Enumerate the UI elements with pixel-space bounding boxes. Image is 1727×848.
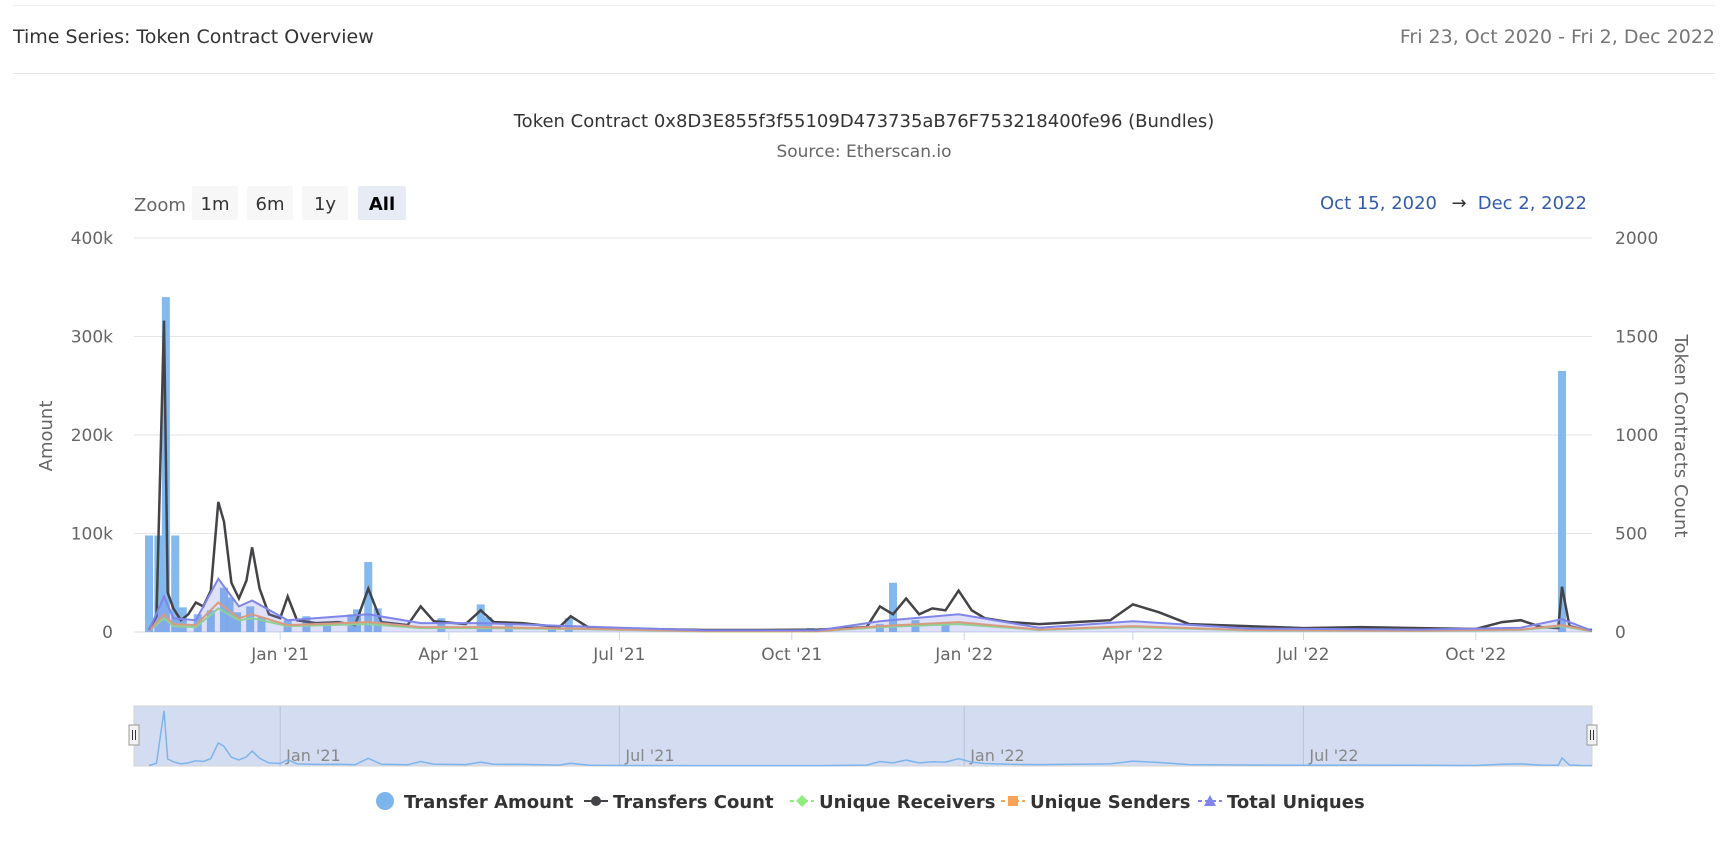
y-right-tick-label: 500	[1615, 525, 1647, 545]
zoom-label: Zoom	[134, 195, 186, 216]
y-axis-left: 0 100k 200k 300k 400k	[71, 229, 113, 643]
x-tick-label: Jan '21	[250, 645, 309, 665]
navigator-tick-label: Jul '22	[1308, 746, 1358, 765]
legend-item-transfers-count[interactable]: Transfers Count	[584, 792, 774, 813]
y-left-tick-label: 400k	[71, 229, 113, 249]
navigator-handle-left[interactable]	[128, 724, 140, 746]
x-tick-label: Apr '21	[418, 645, 479, 665]
y-left-tick-label: 300k	[71, 328, 113, 348]
y-axis-left-title: Amount	[36, 401, 57, 472]
navigator-handle-right[interactable]	[1586, 724, 1598, 746]
range-from-input[interactable]: Oct 15, 2020	[1320, 193, 1437, 214]
legend: Transfer Amount Transfers Count Unique Rec…	[376, 792, 1365, 813]
x-tick-label: Jul '22	[1276, 645, 1329, 665]
zoom-button-6m[interactable]: 6m	[247, 186, 293, 220]
zoom-button-6m-label: 6m	[256, 194, 285, 215]
navigator[interactable]: Jan '21 Jul '21 Jan '22 Jul '22	[128, 705, 1598, 767]
legend-item-transfer-amount[interactable]: Transfer Amount	[376, 792, 574, 813]
legend-label: Unique Receivers	[819, 792, 995, 813]
legend-item-unique-receivers[interactable]: Unique Receivers	[790, 792, 995, 813]
zoom-button-1m[interactable]: 1m	[192, 186, 238, 220]
x-tick-label: Jul '21	[592, 645, 645, 665]
y-left-tick-label: 200k	[71, 426, 113, 446]
range-arrow: →	[1451, 193, 1466, 214]
legend-marker	[796, 795, 808, 807]
chart-subtitle: Source: Etherscan.io	[776, 142, 951, 162]
zoom-button-1y[interactable]: 1y	[302, 186, 348, 220]
legend-label: Unique Senders	[1030, 792, 1190, 813]
legend-symbol	[376, 792, 394, 810]
chart-title: Token Contract 0x8D3E855f3f55109D473735a…	[513, 111, 1214, 132]
zoom-button-1y-label: 1y	[314, 194, 336, 215]
legend-label: Transfers Count	[613, 792, 774, 813]
y-right-tick-label: 2000	[1615, 229, 1658, 249]
legend-item-unique-senders[interactable]: Unique Senders	[1001, 792, 1190, 813]
y-left-tick-label: 0	[102, 623, 113, 643]
y-right-tick-label: 1500	[1615, 328, 1658, 348]
legend-item-total-uniques[interactable]: Total Uniques	[1198, 792, 1365, 813]
legend-label: Transfer Amount	[404, 792, 574, 813]
y-right-tick-label: 0	[1615, 623, 1626, 643]
transfer-amount-bar	[144, 535, 153, 632]
range-to-input[interactable]: Dec 2, 2022	[1478, 193, 1587, 214]
y-axis-right-title: Token Contracts Count	[1670, 334, 1691, 538]
zoom-button-all-label: All	[369, 194, 395, 215]
legend-marker	[591, 796, 601, 806]
y-right-tick-label: 1000	[1615, 426, 1658, 446]
zoom-button-all[interactable]: All	[358, 186, 406, 220]
navigator-mask	[133, 705, 1593, 767]
grid-lines	[134, 237, 1592, 633]
plot-area	[144, 297, 1593, 633]
legend-marker	[1008, 796, 1018, 806]
legend-label: Total Uniques	[1227, 792, 1365, 813]
zoom-button-1m-label: 1m	[201, 194, 230, 215]
x-tick-label: Oct '21	[761, 645, 822, 665]
y-left-tick-label: 100k	[71, 525, 113, 545]
x-tick-label: Apr '22	[1102, 645, 1163, 665]
navigator-tick-label: Jul '21	[624, 746, 674, 765]
x-tick-label: Jan '22	[934, 645, 993, 665]
navigator-handle-body	[1586, 724, 1598, 746]
x-tick-label: Oct '22	[1445, 645, 1506, 665]
y-axis-right: 0 500 1000 1500 2000	[1615, 229, 1658, 643]
chart: Token Contract 0x8D3E855f3f55109D473735a…	[36, 111, 1691, 813]
navigator-handle-body	[128, 724, 140, 746]
x-axis: Jan '21 Apr '21 Jul '21 Oct '21 Jan '22 Apr '…	[250, 632, 1506, 665]
